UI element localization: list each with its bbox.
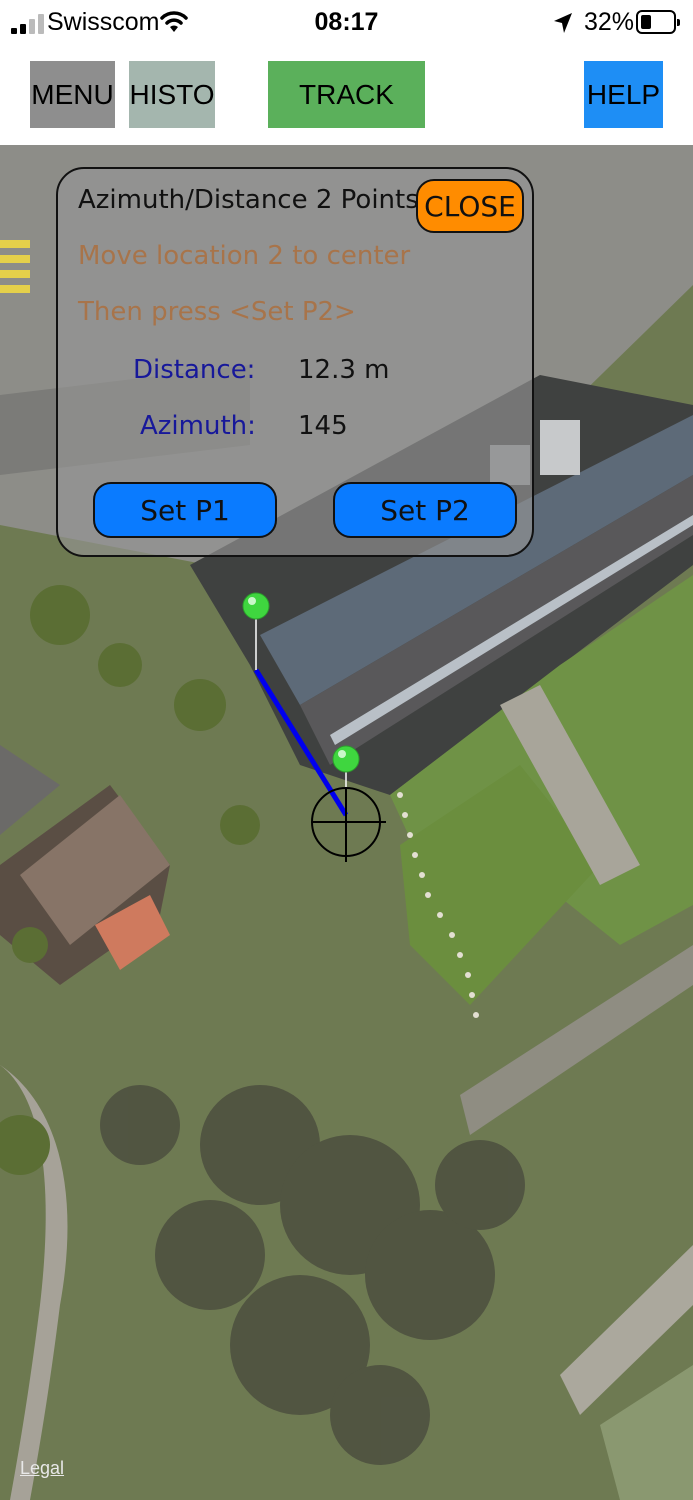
help-button[interactable]: HELP [584,61,663,128]
distance-label: Distance: [133,355,256,385]
set-p1-button[interactable]: Set P1 [93,482,277,538]
instruction-line-1: Move location 2 to center [78,241,411,271]
battery-percent: 32% [584,8,635,36]
battery-icon [636,10,680,34]
panel-title: Azimuth/Distance 2 Points [78,185,419,215]
distance-value: 12.3 m [298,355,390,385]
instruction-line-2: Then press <Set P2> [78,297,356,327]
set-p2-button[interactable]: Set P2 [333,482,517,538]
track-button[interactable]: TRACK [268,61,425,128]
close-button[interactable]: CLOSE [416,179,524,233]
location-arrow-icon [554,13,572,33]
toolbar: MENU HISTO TRACK HELP [0,48,693,145]
azimuth-value: 145 [298,411,348,441]
azimuth-distance-panel: Azimuth/Distance 2 Points CLOSE Move loc… [56,167,534,557]
menu-button[interactable]: MENU [30,61,115,128]
azimuth-label: Azimuth: [140,411,256,441]
point-2-marker[interactable] [332,745,360,773]
legal-link[interactable]: Legal [20,1458,64,1479]
histo-button[interactable]: HISTO [129,61,215,128]
point-1-marker[interactable] [242,592,270,620]
status-bar: Swisscom 08:17 32% [0,0,693,48]
